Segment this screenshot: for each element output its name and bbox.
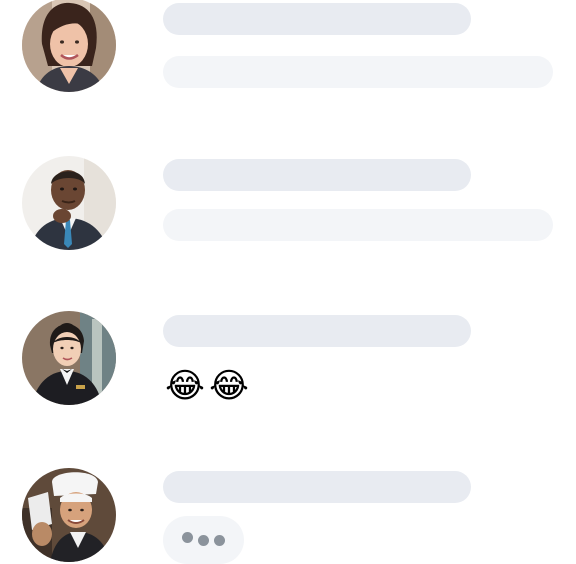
- face-with-tears-of-joy-icon: 😂: [165, 366, 205, 406]
- woman-avatar-icon: [22, 0, 116, 92]
- sender-name-placeholder: [163, 315, 471, 347]
- avatar-hotel-staff-woman[interactable]: [22, 311, 116, 405]
- avatar-man-in-suit[interactable]: [22, 156, 116, 250]
- typing-dot-icon: [214, 534, 225, 546]
- sender-name-placeholder: [163, 3, 471, 35]
- chef-avatar-icon: [22, 468, 116, 562]
- typing-dot-icon: [182, 531, 193, 543]
- typing-dot-icon: [198, 534, 209, 546]
- emoji-message: 😂 😂: [165, 364, 249, 408]
- chat-list: 😂 😂: [0, 0, 576, 564]
- message-placeholder: [163, 56, 553, 88]
- typing-indicator: [163, 516, 244, 564]
- avatar-chef[interactable]: [22, 468, 116, 562]
- sender-name-placeholder: [163, 471, 471, 503]
- sender-name-placeholder: [163, 159, 471, 191]
- message-placeholder: [163, 209, 553, 241]
- face-with-tears-of-joy-icon: 😂: [209, 366, 249, 406]
- avatar-woman[interactable]: [22, 0, 116, 92]
- man-in-suit-avatar-icon: [22, 156, 116, 250]
- hotel-staff-woman-avatar-icon: [22, 311, 116, 405]
